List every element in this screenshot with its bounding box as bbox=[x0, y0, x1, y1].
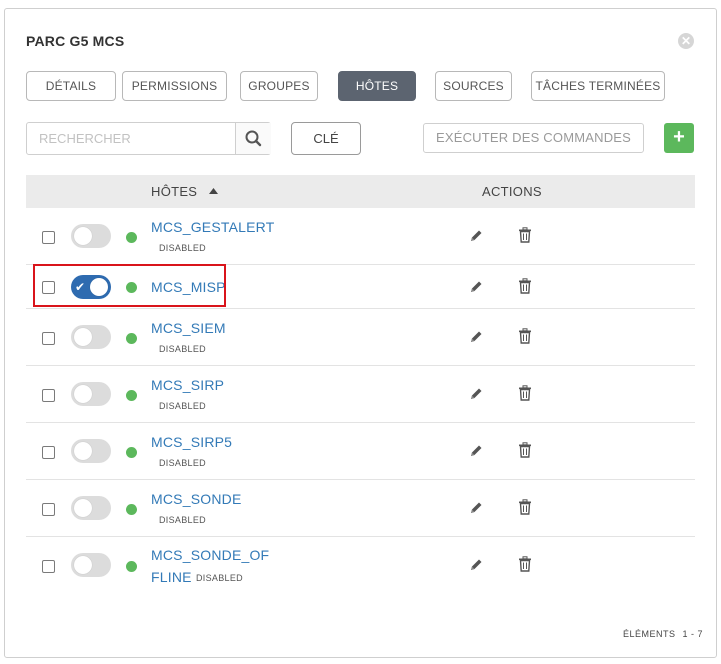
status-badge: DISABLED bbox=[159, 344, 206, 354]
run-commands-button[interactable]: EXÉCUTER DES COMMANDES bbox=[423, 123, 644, 153]
status-dot bbox=[126, 504, 137, 515]
host-toggle[interactable] bbox=[71, 382, 111, 406]
toggle-knob bbox=[74, 499, 92, 517]
add-host-button[interactable]: + bbox=[664, 123, 694, 153]
host-toggle[interactable]: ✔ bbox=[71, 275, 111, 299]
pencil-icon[interactable] bbox=[468, 228, 484, 244]
table-header: HÔTES ACTIONS bbox=[26, 175, 695, 208]
trash-icon[interactable] bbox=[518, 278, 532, 294]
tab-groups[interactable]: GROUPES bbox=[240, 71, 318, 101]
table-row: MCS_SIEM DISABLED bbox=[26, 309, 695, 366]
actions-column-header: ACTIONS bbox=[482, 184, 542, 199]
toggle-knob bbox=[74, 556, 92, 574]
hosts-column-header[interactable]: HÔTES bbox=[151, 175, 219, 208]
tab-permissions[interactable]: PERMISSIONS bbox=[122, 71, 227, 101]
table-row: MCS_SIRP DISABLED bbox=[26, 366, 695, 423]
trash-icon[interactable] bbox=[518, 556, 532, 572]
search-icon bbox=[245, 130, 262, 147]
pencil-icon[interactable] bbox=[468, 329, 484, 345]
host-toggle[interactable] bbox=[71, 553, 111, 577]
table-row: ✔ MCS_MISP bbox=[26, 265, 695, 309]
row-checkbox[interactable] bbox=[42, 231, 55, 244]
pencil-icon[interactable] bbox=[468, 443, 484, 459]
host-name-link[interactable]: MCS_GESTALERT bbox=[151, 218, 274, 236]
tab-details[interactable]: DÉTAILS bbox=[26, 71, 116, 101]
host-toggle[interactable] bbox=[71, 439, 111, 463]
pagination-range: 1 - 7 bbox=[682, 629, 704, 639]
table-row: MCS_SONDE DISABLED bbox=[26, 480, 695, 537]
row-checkbox[interactable] bbox=[42, 281, 55, 294]
table-row: MCS_GESTALERT DISABLED bbox=[26, 208, 695, 265]
search-button[interactable] bbox=[235, 123, 271, 154]
pagination-info: ÉLÉMENTS 1 - 7 bbox=[623, 629, 703, 639]
status-badge: DISABLED bbox=[159, 401, 206, 411]
toggle-knob bbox=[74, 442, 92, 460]
host-name-link-continued[interactable]: FLINE bbox=[151, 568, 192, 586]
table-row: MCS_SONDE_OF FLINE DISABLED bbox=[26, 537, 695, 599]
table-row: MCS_SIRP5 DISABLED bbox=[26, 423, 695, 480]
key-button[interactable]: CLÉ bbox=[291, 122, 361, 155]
status-badge: DISABLED bbox=[159, 515, 206, 525]
host-toggle[interactable] bbox=[71, 224, 111, 248]
row-checkbox[interactable] bbox=[42, 446, 55, 459]
check-icon: ✔ bbox=[75, 280, 86, 294]
host-name-link[interactable]: MCS_SIRP bbox=[151, 376, 224, 394]
pencil-icon[interactable] bbox=[468, 279, 484, 295]
status-badge: DISABLED bbox=[159, 243, 206, 253]
trash-icon[interactable] bbox=[518, 499, 532, 515]
panel-title: PARC G5 MCS bbox=[26, 33, 125, 49]
toggle-knob bbox=[74, 227, 92, 245]
status-dot bbox=[126, 561, 137, 572]
pencil-icon[interactable] bbox=[468, 557, 484, 573]
pagination-label: ÉLÉMENTS bbox=[623, 629, 676, 639]
close-icon[interactable]: ✕ bbox=[678, 33, 694, 49]
trash-icon[interactable] bbox=[518, 227, 532, 243]
row-checkbox[interactable] bbox=[42, 389, 55, 402]
search-input[interactable] bbox=[27, 123, 235, 154]
status-dot bbox=[126, 390, 137, 401]
host-name-link[interactable]: MCS_SIRP5 bbox=[151, 433, 232, 451]
status-dot bbox=[126, 447, 137, 458]
tab-sources[interactable]: SOURCES bbox=[435, 71, 512, 101]
host-name-link[interactable]: MCS_SONDE_OF bbox=[151, 546, 269, 564]
hosts-header-label: HÔTES bbox=[151, 184, 198, 199]
toggle-knob bbox=[90, 278, 108, 296]
host-name-link[interactable]: MCS_MISP bbox=[151, 278, 226, 296]
host-toggle[interactable] bbox=[71, 496, 111, 520]
row-checkbox[interactable] bbox=[42, 503, 55, 516]
trash-icon[interactable] bbox=[518, 385, 532, 401]
trash-icon[interactable] bbox=[518, 442, 532, 458]
status-badge: DISABLED bbox=[159, 458, 206, 468]
toggle-knob bbox=[74, 385, 92, 403]
toggle-knob bbox=[74, 328, 92, 346]
row-checkbox[interactable] bbox=[42, 560, 55, 573]
sort-up-icon bbox=[209, 188, 219, 194]
row-checkbox[interactable] bbox=[42, 332, 55, 345]
status-dot bbox=[126, 333, 137, 344]
tab-hosts[interactable]: HÔTES bbox=[338, 71, 416, 101]
status-dot bbox=[126, 232, 137, 243]
host-panel: PARC G5 MCS ✕ DÉTAILS PERMISSIONS GROUPE… bbox=[4, 8, 717, 658]
host-name-link[interactable]: MCS_SONDE bbox=[151, 490, 241, 508]
pencil-icon[interactable] bbox=[468, 500, 484, 516]
pencil-icon[interactable] bbox=[468, 386, 484, 402]
host-name-link[interactable]: MCS_SIEM bbox=[151, 319, 226, 337]
host-toggle[interactable] bbox=[71, 325, 111, 349]
status-badge: DISABLED bbox=[196, 573, 243, 583]
search-box bbox=[26, 122, 271, 155]
trash-icon[interactable] bbox=[518, 328, 532, 344]
tab-completed-tasks[interactable]: TÂCHES TERMINÉES bbox=[531, 71, 665, 101]
status-dot bbox=[126, 282, 137, 293]
